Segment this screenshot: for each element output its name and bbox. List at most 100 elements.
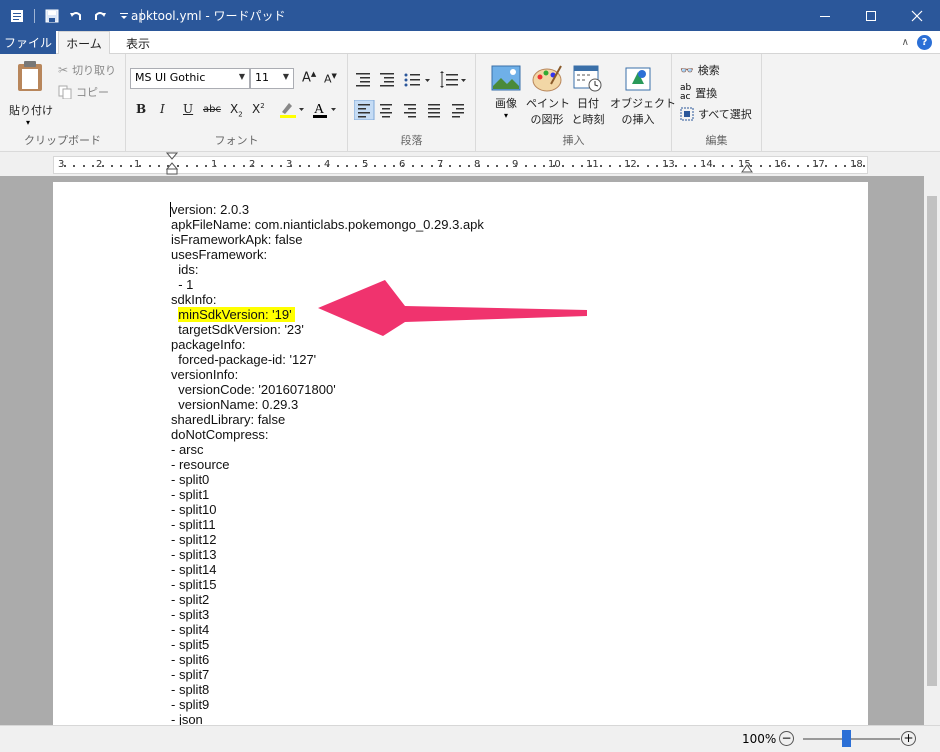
- ruler-tick: [694, 165, 696, 167]
- ruler-tick: [337, 165, 339, 167]
- ruler-tick: [581, 165, 583, 167]
- ruler-tick: [637, 165, 639, 167]
- list-indent-icons[interactable]: [354, 70, 474, 90]
- maximize-button[interactable]: [848, 0, 894, 31]
- font-size-select[interactable]: 11 ▼: [250, 68, 294, 89]
- font-family-select[interactable]: MS UI Gothic ▼: [130, 68, 250, 89]
- object-label-1: オブジェクト: [610, 97, 676, 110]
- replace-button[interactable]: ab ac 置換: [680, 84, 717, 102]
- tab-view[interactable]: 表示: [114, 31, 162, 55]
- zoom-slider-thumb[interactable]: [842, 730, 851, 747]
- ruler-tick: [365, 165, 367, 167]
- document-line: versionCode: '2016071800': [171, 382, 336, 397]
- find-button[interactable]: 👓 検索: [680, 62, 720, 78]
- ruler-tick: [797, 165, 799, 167]
- underline-button[interactable]: U: [183, 102, 193, 116]
- tab-home[interactable]: ホーム: [58, 31, 110, 55]
- strikethrough-button[interactable]: abc: [203, 104, 221, 115]
- ruler-tick: [64, 165, 66, 167]
- ruler-tick: [318, 165, 320, 167]
- copy-label: コピー: [76, 86, 109, 99]
- save-icon[interactable]: [43, 7, 61, 25]
- help-icon[interactable]: ?: [917, 35, 932, 50]
- undo-icon[interactable]: [67, 7, 85, 25]
- document-line: - split15: [171, 577, 217, 592]
- zoom-in-button[interactable]: +: [901, 731, 916, 746]
- zoom-out-button[interactable]: −: [779, 731, 794, 746]
- chevron-down-icon: ▾: [503, 111, 508, 120]
- copy-button[interactable]: コピー: [58, 84, 109, 100]
- document-line: usesFramework:: [171, 247, 268, 262]
- font-group: MS UI Gothic ▼ 11 ▼ A▲ A▼ B I U abc X2 X…: [126, 54, 348, 152]
- italic-button[interactable]: I: [160, 102, 165, 116]
- alignment-icons[interactable]: [354, 100, 474, 120]
- ruler-number: 18: [850, 159, 863, 170]
- date-time-button[interactable]: 日付 と時刻: [570, 64, 606, 127]
- ruler-tick: [243, 165, 245, 167]
- object-icon: [625, 67, 651, 91]
- ruler-tick: [496, 165, 498, 167]
- insert-object-button[interactable]: オブジェクト の挿入: [610, 64, 676, 127]
- select-all-icon: [680, 107, 694, 121]
- cut-button[interactable]: ✂ 切り取り: [58, 62, 116, 78]
- ruler-tick: [478, 165, 480, 167]
- zoom-slider-track[interactable]: [803, 738, 900, 740]
- bold-button[interactable]: B: [136, 102, 146, 116]
- ruler-tick: [722, 165, 724, 167]
- ruler-tick: [130, 165, 132, 167]
- ruler-tick: [600, 165, 602, 167]
- highlight-color-button[interactable]: [278, 100, 304, 121]
- superscript-button[interactable]: X2: [252, 102, 265, 116]
- document-area[interactable]: version: 2.0.3 apkFileName: com.nianticla…: [0, 176, 924, 725]
- font-color-button[interactable]: A: [312, 100, 338, 121]
- ruler-tick: [327, 165, 329, 167]
- ruler-tick: [825, 165, 827, 167]
- document-line: - split2: [171, 592, 210, 607]
- collapse-ribbon-icon[interactable]: ∧: [902, 37, 909, 48]
- wordpad-app-icon[interactable]: [8, 7, 26, 25]
- right-indent-marker-icon[interactable]: [741, 162, 753, 174]
- close-button[interactable]: [894, 0, 940, 31]
- ruler-tick: [572, 165, 574, 167]
- ruler-tick: [102, 165, 104, 167]
- indent-marker-icon[interactable]: [166, 152, 178, 176]
- paint-label-2: の図形: [530, 113, 564, 126]
- ruler-number: 16: [774, 159, 787, 170]
- document-line: - split5: [171, 637, 210, 652]
- zoom-level: 100%: [742, 732, 777, 746]
- minimize-button[interactable]: [802, 0, 848, 31]
- ruler-tick: [863, 165, 865, 167]
- calendar-clock-icon: [573, 65, 602, 92]
- document-line: targetSdkVersion: '23': [171, 322, 304, 337]
- document-page[interactable]: version: 2.0.3 apkFileName: com.nianticla…: [53, 182, 868, 725]
- redo-icon[interactable]: [91, 7, 109, 25]
- document-line: - split10: [171, 502, 217, 517]
- ruler-tick: [525, 165, 527, 167]
- subscript-button[interactable]: X2: [230, 102, 243, 118]
- scrollbar-thumb[interactable]: [927, 196, 937, 686]
- ruler-tick: [120, 165, 122, 167]
- ribbon: 貼り付け ▾ ✂ 切り取り コピー クリップボード MS UI Gothic ▼…: [0, 54, 940, 152]
- select-all-button[interactable]: すべて選択: [680, 106, 752, 122]
- paste-button[interactable]: 貼り付け ▾: [8, 60, 53, 127]
- svg-text:A: A: [314, 102, 325, 117]
- ruler-tick: [788, 165, 790, 167]
- document-line: - split0: [171, 472, 210, 487]
- document-line: versionInfo:: [171, 367, 239, 382]
- vertical-scrollbar[interactable]: [924, 176, 940, 725]
- replace-label: 置換: [695, 87, 718, 100]
- clipboard-group-label: クリップボード: [24, 134, 101, 147]
- paste-dropdown-icon[interactable]: ▾: [26, 118, 30, 127]
- shrink-font-button[interactable]: A▼: [324, 72, 337, 86]
- paint-drawing-button[interactable]: ペイント の図形: [526, 64, 570, 127]
- ruler-tick: [854, 165, 856, 167]
- grow-font-button[interactable]: A▲: [302, 70, 316, 85]
- font-family-value: MS UI Gothic: [135, 71, 206, 84]
- document-line: apkFileName: com.nianticlabs.pokemongo_0…: [171, 217, 484, 232]
- document-line: - arsc: [171, 442, 204, 457]
- tab-file[interactable]: ファイル: [0, 31, 56, 54]
- insert-picture-button[interactable]: 画像 ▾: [486, 64, 526, 120]
- ruler-tick: [290, 165, 292, 167]
- document-line: isFrameworkApk: false: [171, 232, 303, 247]
- ruler-tick: [835, 165, 837, 167]
